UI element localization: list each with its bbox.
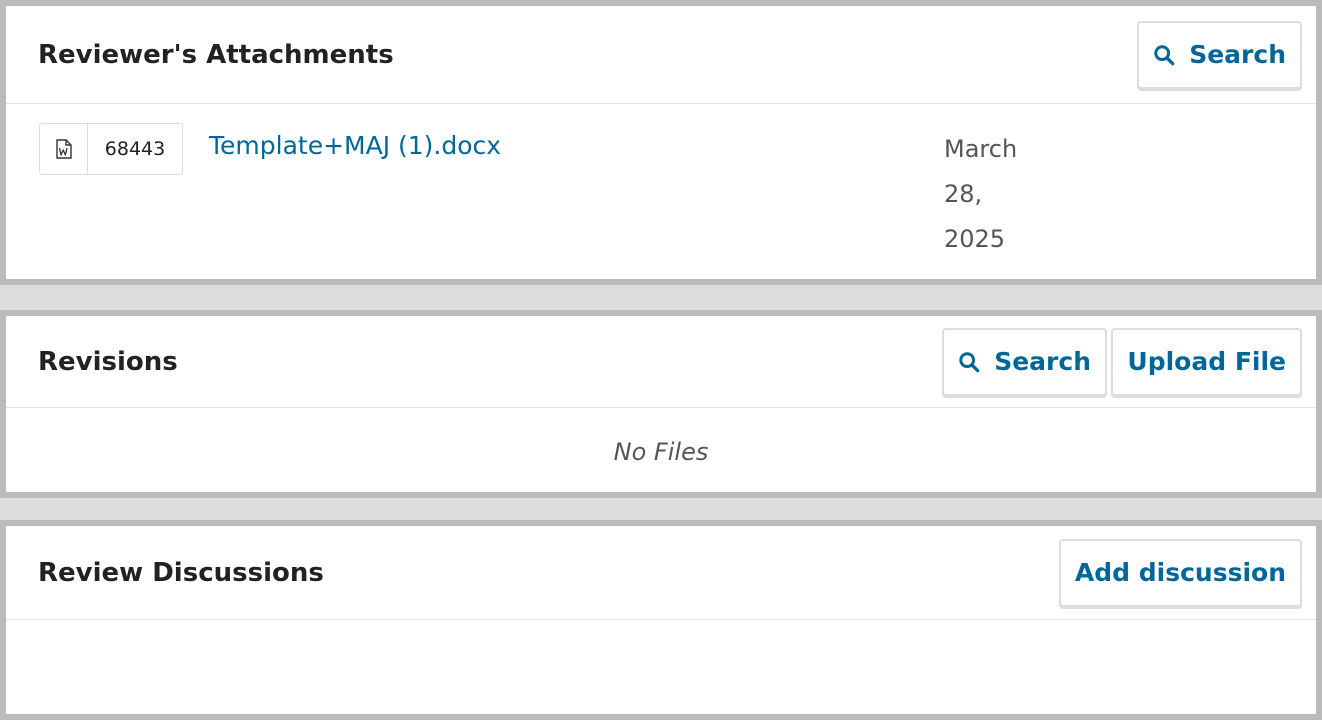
file-id: 68443	[87, 123, 183, 175]
attachments-search-button[interactable]: Search	[1137, 20, 1302, 89]
file-date-month: March	[944, 135, 1018, 163]
add-discussion-button[interactable]: Add discussion	[1058, 538, 1302, 607]
file-date-year: 2025	[944, 225, 1006, 253]
reviewer-attachments-title: Reviewer's Attachments	[38, 39, 394, 70]
reviewer-attachments-header: Reviewer's Attachments Search	[6, 6, 1316, 104]
revisions-header: Revisions Search Upload File	[6, 316, 1316, 408]
revisions-search-label: Search	[994, 347, 1091, 376]
revisions-panel: Revisions Search Upload File No Files	[0, 310, 1322, 498]
reviewer-attachments-panel: Reviewer's Attachments Search 68443 Temp…	[0, 0, 1322, 285]
file-date-day: 28,	[944, 180, 983, 208]
search-icon	[1153, 44, 1175, 66]
file-date: March 28, 2025	[944, 127, 1054, 262]
word-document-icon	[39, 123, 87, 175]
attachments-search-label: Search	[1189, 40, 1286, 69]
revisions-search-button[interactable]: Search	[942, 327, 1107, 396]
review-discussions-title: Review Discussions	[38, 557, 324, 588]
file-name-link[interactable]: Template+MAJ (1).docx	[209, 131, 501, 160]
review-discussions-panel: Review Discussions Add discussion	[0, 520, 1322, 720]
review-discussions-header: Review Discussions Add discussion	[6, 526, 1316, 620]
upload-file-button[interactable]: Upload File	[1111, 327, 1302, 396]
file-row: 68443 Template+MAJ (1).docx March 28, 20…	[39, 123, 1316, 253]
no-files-message: No Files	[613, 438, 709, 466]
search-icon	[958, 351, 980, 373]
revisions-title: Revisions	[38, 346, 178, 377]
